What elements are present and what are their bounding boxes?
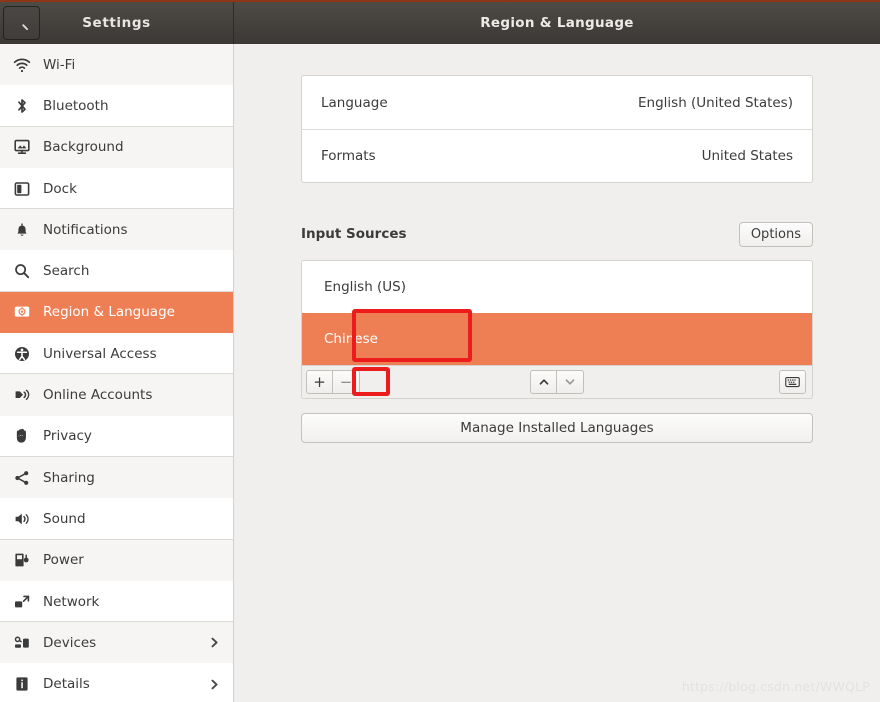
sidebar-item-label: Bluetooth <box>43 97 109 114</box>
options-button[interactable]: Options <box>738 221 813 247</box>
input-sources-toolbar: + − <box>301 366 813 399</box>
sidebar-item-label: Notifications <box>43 221 128 238</box>
keyboard-preview-group <box>779 370 806 394</box>
sidebar-item-label: Power <box>43 552 84 569</box>
settings-window: Settings Region & Language Wi-Fi Bluetoot… <box>0 0 880 702</box>
network-icon <box>9 593 35 611</box>
sidebar-item-label: Sound <box>43 510 86 527</box>
content-inner: Language English (United States) Formats… <box>301 44 813 443</box>
devices-icon <box>9 634 35 652</box>
sidebar-item-search[interactable]: Search <box>0 250 233 293</box>
input-source-row-english-us[interactable]: English (US) <box>302 261 812 313</box>
titlebar-content-section: Region & Language <box>234 2 880 44</box>
search-icon <box>9 262 35 280</box>
sidebar-item-label: Privacy <box>43 428 92 445</box>
language-formats-frame: Language English (United States) Formats… <box>301 75 813 183</box>
keyboard-icon <box>785 376 800 388</box>
sidebar-item-region-language[interactable]: Region & Language <box>0 291 233 334</box>
sidebar-item-bluetooth[interactable]: Bluetooth <box>0 85 233 127</box>
language-value: English (United States) <box>638 94 793 111</box>
move-group <box>530 370 584 394</box>
sidebar-item-label: Background <box>43 139 124 156</box>
sidebar-item-network[interactable]: Network <box>0 580 233 623</box>
sidebar-item-devices[interactable]: Devices <box>0 622 233 664</box>
chevron-down-icon <box>564 376 576 388</box>
sidebar: Wi-Fi Bluetooth Background Dock Notification… <box>0 44 234 702</box>
chevron-right-icon <box>208 636 221 649</box>
input-sources-list: English (US) Chinese <box>301 260 813 366</box>
show-keyboard-layout-button[interactable] <box>779 370 806 394</box>
input-sources-header: Input Sources Options <box>301 221 813 247</box>
sidebar-item-online-accounts[interactable]: Online Accounts <box>0 374 233 416</box>
sidebar-item-sound[interactable]: Sound <box>0 498 233 540</box>
formats-label: Formats <box>321 148 376 164</box>
sidebar-item-power[interactable]: Power <box>0 539 233 581</box>
titlebar: Settings Region & Language <box>0 0 880 44</box>
formats-value: United States <box>701 148 793 164</box>
move-up-button[interactable] <box>530 370 557 394</box>
language-row[interactable]: Language English (United States) <box>302 76 812 129</box>
page-title: Region & Language <box>480 15 634 31</box>
sidebar-item-label: Wi-Fi <box>43 56 76 73</box>
sidebar-item-universal-access[interactable]: Universal Access <box>0 333 233 375</box>
sidebar-item-privacy[interactable]: Privacy <box>0 415 233 458</box>
accessibility-icon <box>9 345 35 363</box>
input-sources-title: Input Sources <box>301 226 407 242</box>
sidebar-item-background[interactable]: Background <box>0 126 233 168</box>
hand-icon <box>9 427 35 445</box>
sidebar-item-label: Region & Language <box>43 304 175 321</box>
bell-icon <box>9 221 35 239</box>
add-input-source-button[interactable]: + <box>306 370 333 394</box>
wifi-icon <box>9 56 35 74</box>
input-source-label: English (US) <box>324 279 407 295</box>
speaker-icon <box>9 510 35 528</box>
sidebar-item-label: Dock <box>43 180 77 197</box>
content-area: Language English (United States) Formats… <box>234 44 880 702</box>
input-source-row-chinese[interactable]: Chinese <box>302 313 812 365</box>
sidebar-item-label: Details <box>43 676 90 693</box>
sidebar-item-details[interactable]: Details <box>0 663 233 702</box>
sidebar-item-wi-fi[interactable]: Wi-Fi <box>0 44 233 86</box>
add-remove-group: + − <box>306 370 360 394</box>
move-down-button[interactable] <box>557 370 584 394</box>
bluetooth-icon <box>9 97 35 115</box>
online-accounts-icon <box>9 386 35 404</box>
watermark: https://blog.csdn.net/WWQLP <box>681 679 870 694</box>
search-icon <box>14 16 29 31</box>
formats-row[interactable]: Formats United States <box>302 129 812 182</box>
sidebar-item-sharing[interactable]: Sharing <box>0 456 233 499</box>
sidebar-item-notifications[interactable]: Notifications <box>0 209 233 251</box>
region-language-icon <box>9 303 35 321</box>
sidebar-item-label: Devices <box>43 634 97 651</box>
remove-input-source-button[interactable]: − <box>333 370 360 394</box>
sidebar-item-dock[interactable]: Dock <box>0 167 233 210</box>
info-icon <box>9 675 35 693</box>
sidebar-item-label: Universal Access <box>43 345 157 362</box>
dock-icon <box>9 180 35 198</box>
chevron-up-icon <box>538 376 550 388</box>
titlebar-sidebar-section: Settings <box>0 2 234 44</box>
sidebar-item-label: Online Accounts <box>43 387 153 404</box>
sidebar-item-label: Network <box>43 593 100 610</box>
background-icon <box>9 138 35 156</box>
power-battery-icon <box>9 551 35 569</box>
window-body: Wi-Fi Bluetooth Background Dock Notification… <box>0 44 880 702</box>
share-icon <box>9 469 35 487</box>
language-label: Language <box>321 94 388 111</box>
sidebar-item-label: Sharing <box>43 469 95 486</box>
manage-installed-languages-button[interactable]: Manage Installed Languages <box>301 413 813 443</box>
search-button[interactable] <box>3 6 40 40</box>
sidebar-item-label: Search <box>43 263 90 280</box>
input-source-label: Chinese <box>324 331 378 347</box>
chevron-right-icon <box>208 678 221 691</box>
